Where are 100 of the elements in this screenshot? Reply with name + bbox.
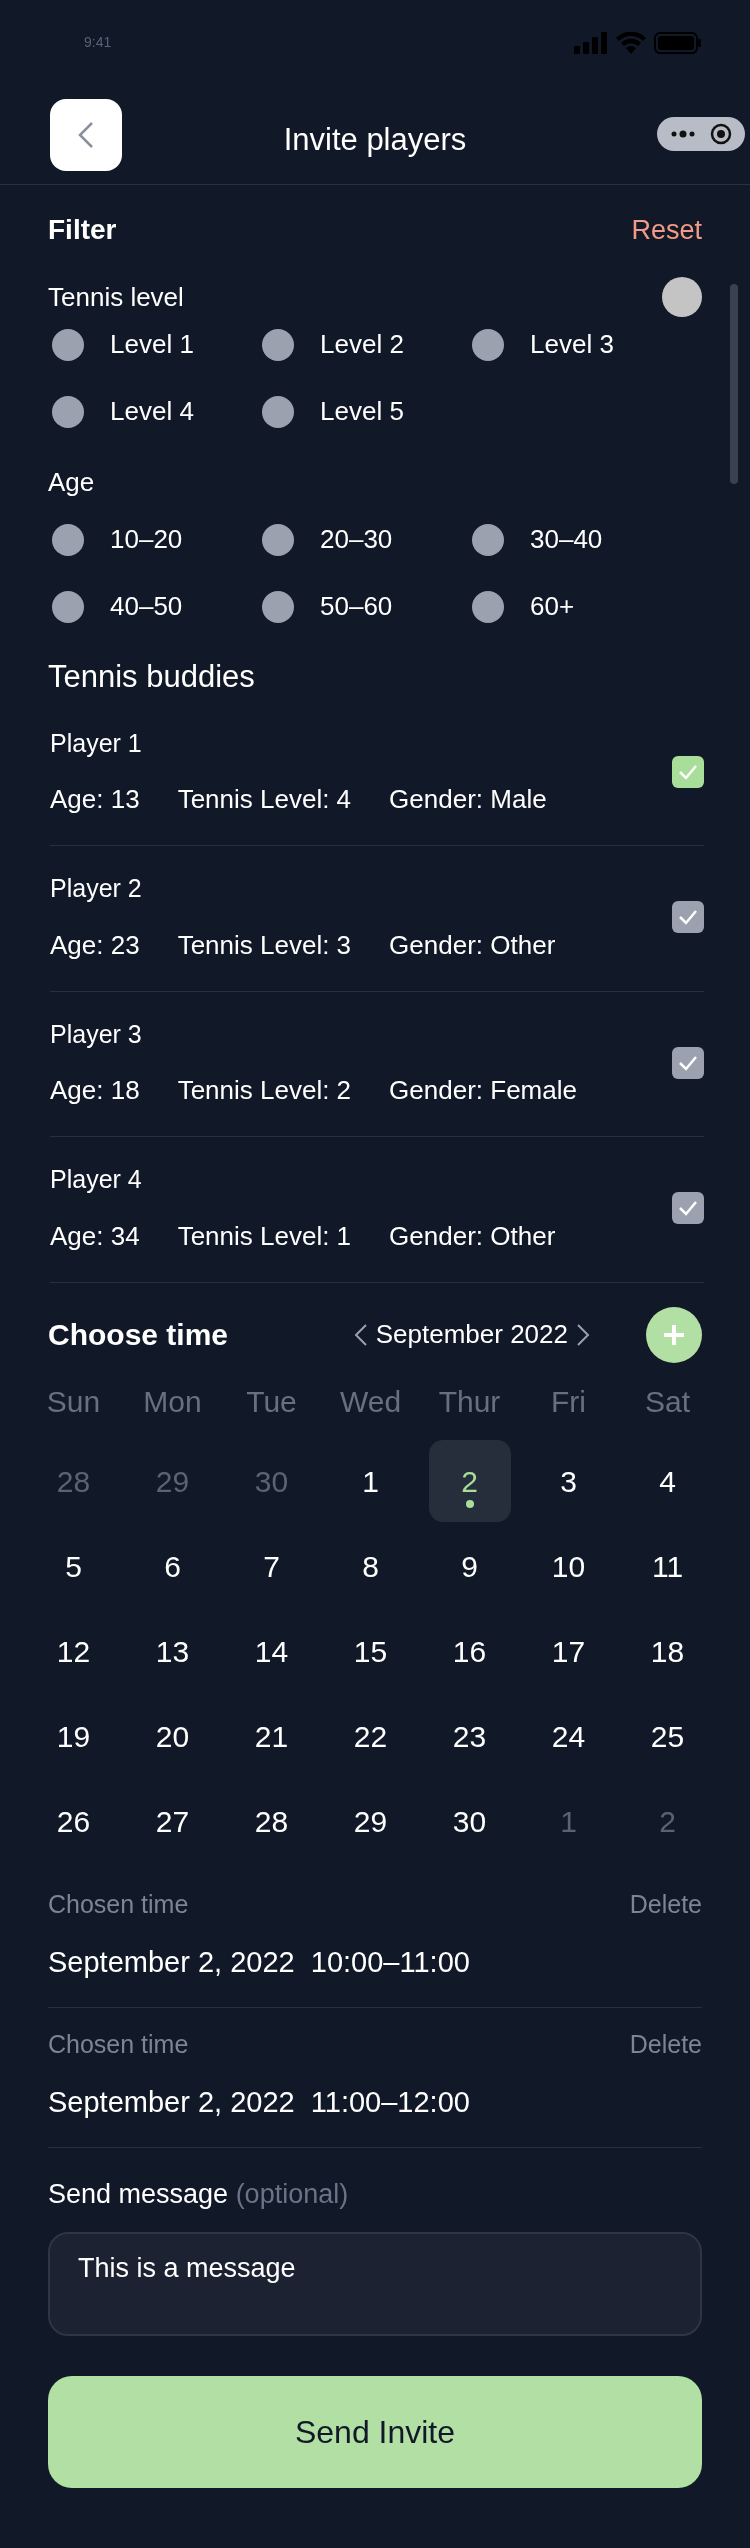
radio-option[interactable]: 40–50 <box>48 587 258 626</box>
calendar-day[interactable]: 14 <box>230 1610 313 1692</box>
message-field[interactable]: This is a message <box>48 2232 702 2336</box>
calendar-day[interactable]: 16 <box>428 1610 511 1692</box>
calendar-day[interactable]: 25 <box>626 1695 709 1777</box>
player-name: Player 3 <box>50 1018 143 1050</box>
toggle[interactable] <box>662 277 702 317</box>
filter-label: Age <box>48 466 95 499</box>
section-title: Choose time <box>48 1317 229 1353</box>
radio-option[interactable]: 10–20 <box>48 520 258 559</box>
page-title: Invite players <box>283 122 467 157</box>
calendar-day[interactable]: 3 <box>527 1440 610 1522</box>
section-title: Filter <box>48 213 117 247</box>
calendar-day[interactable]: 8 <box>329 1525 412 1607</box>
select-button[interactable] <box>672 755 704 788</box>
radio-option[interactable]: 20–30 <box>258 520 468 559</box>
calendar-day[interactable]: 21 <box>230 1695 313 1777</box>
calendar-day[interactable]: 1 <box>329 1440 412 1522</box>
calendar-day[interactable]: 9 <box>428 1525 511 1607</box>
send-invite-button[interactable]: Send Invite <box>48 2376 702 2488</box>
more-icon <box>670 129 696 139</box>
plus-icon <box>662 1322 686 1347</box>
battery-icon <box>654 31 702 54</box>
calendar-day[interactable]: 10 <box>527 1525 610 1607</box>
calendar-day[interactable]: 12 <box>32 1610 115 1692</box>
radio-option[interactable]: Level 2 <box>258 325 468 364</box>
radio-option[interactable]: Level 4 <box>48 392 258 431</box>
month-label: September 2022 <box>375 1318 568 1351</box>
chosen-time-value: September 2, 2022 11:00–12:00 <box>48 2085 471 2120</box>
mini-program-capsule[interactable] <box>657 117 745 151</box>
calendar-day[interactable]: 26 <box>32 1780 115 1862</box>
chevron-right-icon <box>576 1322 590 1347</box>
calendar-day[interactable]: 15 <box>329 1610 412 1692</box>
signal-icon <box>574 31 608 54</box>
player-gender: Gender: Other <box>389 1219 556 1253</box>
calendar-day[interactable]: 5 <box>32 1525 115 1607</box>
calendar-day[interactable]: 4 <box>626 1440 709 1522</box>
player-gender: Gender: Male <box>389 783 547 816</box>
check-icon <box>678 1200 698 1217</box>
calendar-day[interactable]: 28 <box>230 1780 313 1862</box>
player-name: Player 4 <box>50 1164 143 1195</box>
player-age: Age: 23 <box>50 928 140 962</box>
player-gender: Gender: Other <box>389 928 556 962</box>
check-icon <box>678 909 698 926</box>
weekday-label: Sat <box>644 1383 691 1420</box>
radio-option[interactable]: 30–40 <box>468 520 678 559</box>
calendar-day[interactable]: 20 <box>131 1695 214 1777</box>
delete-button[interactable]: Delete <box>629 1885 702 1923</box>
weekday-label: Mon <box>142 1383 203 1420</box>
target-icon <box>710 123 732 145</box>
chosen-time-label: Chosen time <box>48 2028 189 2060</box>
chosen-time-value: September 2, 2022 10:00–11:00 <box>48 1945 471 1980</box>
chosen-time-label: Chosen time <box>48 1888 189 1920</box>
calendar-day[interactable]: 6 <box>131 1525 214 1607</box>
calendar-day[interactable]: 27 <box>131 1780 214 1862</box>
check-icon <box>678 763 698 780</box>
player-age: Age: 13 <box>50 783 140 816</box>
next-month-button[interactable] <box>576 1322 590 1347</box>
weekday-label: Fri <box>550 1383 587 1420</box>
player-level: Tennis Level: 4 <box>177 783 352 816</box>
calendar-day[interactable]: 29 <box>329 1780 412 1862</box>
calendar-day[interactable]: 13 <box>131 1610 214 1692</box>
calendar-day[interactable]: 17 <box>527 1610 610 1692</box>
calendar-day[interactable]: 22 <box>329 1695 412 1777</box>
section-title: Tennis buddies <box>48 658 256 696</box>
select-button[interactable] <box>672 901 704 934</box>
player-gender: Gender: Female <box>389 1074 577 1107</box>
player-age: Age: 18 <box>50 1074 140 1107</box>
previous-month-button[interactable] <box>353 1322 368 1347</box>
chevron-left-icon <box>353 1322 368 1347</box>
radio-option[interactable]: 50–60 <box>258 587 468 626</box>
player-level: Tennis Level: 2 <box>177 1074 352 1107</box>
player-name: Player 1 <box>50 727 143 759</box>
delete-button[interactable]: Delete <box>629 2025 702 2063</box>
weekday-label: Thur <box>437 1383 502 1420</box>
calendar-day[interactable]: 7 <box>230 1525 313 1607</box>
radio-option[interactable]: Level 1 <box>48 325 258 364</box>
wifi-icon <box>616 31 646 54</box>
radio-option[interactable]: Level 3 <box>468 325 678 364</box>
player-age: Age: 34 <box>50 1219 140 1253</box>
player-level: Tennis Level: 3 <box>177 928 352 962</box>
radio-option[interactable]: Level 5 <box>258 392 468 431</box>
calendar-day[interactable]: 30 <box>428 1780 511 1862</box>
radio-option[interactable]: 60+ <box>468 587 678 626</box>
message-label: Send message (optional) <box>48 2177 350 2211</box>
check-icon <box>678 1054 698 1071</box>
calendar-day[interactable]: 11 <box>626 1525 709 1607</box>
player-level: Tennis Level: 1 <box>177 1219 352 1253</box>
calendar-day[interactable]: 19 <box>32 1695 115 1777</box>
back-icon <box>77 120 95 149</box>
reset-button[interactable]: Reset <box>631 209 702 251</box>
select-button[interactable] <box>672 1046 704 1079</box>
calendar-day[interactable]: 23 <box>428 1695 511 1777</box>
calendar-day[interactable]: 24 <box>527 1695 610 1777</box>
select-button[interactable] <box>672 1192 704 1225</box>
back-button[interactable] <box>50 98 122 171</box>
weekday-label: Tue <box>245 1383 298 1420</box>
status-time: 9:41 <box>84 33 112 52</box>
calendar-day[interactable]: 18 <box>626 1610 709 1692</box>
calendar-day[interactable]: 2 <box>428 1440 511 1522</box>
